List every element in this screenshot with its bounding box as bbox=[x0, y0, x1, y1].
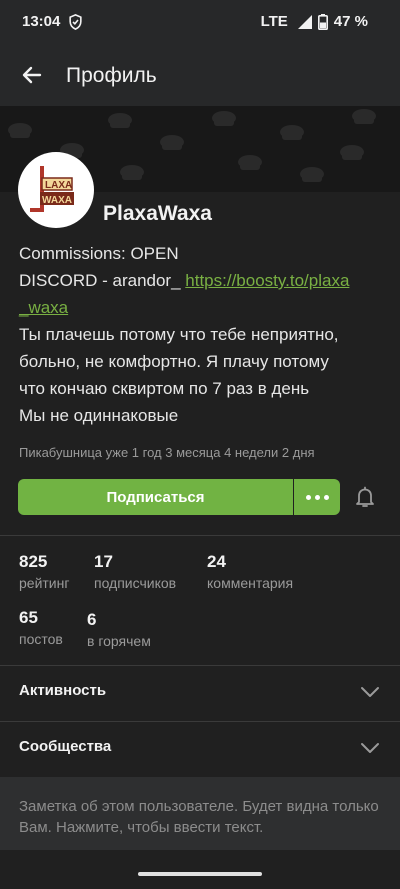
bio-line: _waxa bbox=[19, 294, 383, 321]
gesture-nav-handle[interactable] bbox=[138, 872, 262, 876]
more-dot bbox=[314, 494, 320, 500]
chevron-down-icon bbox=[361, 743, 379, 753]
shield-icon bbox=[69, 14, 82, 30]
battery-icon bbox=[317, 13, 328, 30]
subscribe-button[interactable]: Подписаться bbox=[18, 479, 293, 515]
status-bar: 13:04 LTE 47 % bbox=[0, 0, 400, 44]
network-type: LTE bbox=[260, 13, 288, 30]
bell-icon[interactable] bbox=[355, 486, 375, 508]
stat-label: комментария bbox=[207, 575, 294, 591]
back-arrow-icon[interactable] bbox=[20, 63, 44, 87]
bio-line: больно, не комфортно. Я плачу потому bbox=[19, 352, 329, 371]
bio-line: что кончаю сквиртом по 7 раз в день bbox=[19, 379, 310, 398]
section-label: Сообщества bbox=[19, 738, 112, 755]
more-dot bbox=[305, 494, 311, 500]
section-activity[interactable]: Активность bbox=[0, 666, 400, 720]
section-communities[interactable]: Сообщества bbox=[0, 722, 400, 776]
stat-value: 24 bbox=[207, 552, 226, 571]
bio-discord: DISCORD - arandor_ bbox=[19, 271, 186, 290]
bio-line: Ты плачешь потому что тебе неприятно, bbox=[19, 325, 339, 344]
app-bar: Профиль bbox=[0, 44, 400, 106]
note-placeholder: Заметка об этом пользователе. Будет видн… bbox=[19, 798, 379, 836]
stat-value: 825 bbox=[19, 552, 48, 571]
username: PlaxaWaxa bbox=[103, 202, 212, 225]
avatar-logo: LAXA WAXA bbox=[30, 166, 74, 212]
member-since: Пикабушница уже 1 год 3 месяца 4 недели … bbox=[19, 445, 315, 460]
page-title: Профиль bbox=[66, 64, 157, 87]
user-note-field[interactable]: Заметка об этом пользователе. Будет видн… bbox=[0, 777, 400, 850]
stat-label: в горячем bbox=[87, 633, 151, 649]
stat-value: 17 bbox=[94, 552, 113, 571]
stat-label: постов bbox=[19, 631, 63, 647]
boosty-link-continued[interactable]: _waxa bbox=[19, 298, 68, 317]
stat-posts[interactable]: 65 постов bbox=[19, 608, 63, 647]
svg-text:LAXA: LAXA bbox=[45, 180, 72, 191]
stat-comments[interactable]: 24 комментария bbox=[207, 552, 293, 591]
stat-value: 6 bbox=[87, 610, 97, 629]
boosty-link[interactable]: https://boosty.to/plaxa bbox=[185, 271, 349, 290]
chevron-down-icon bbox=[361, 687, 379, 697]
stat-hot[interactable]: 6 в горячем bbox=[87, 610, 151, 649]
more-options-button[interactable] bbox=[294, 479, 340, 515]
stat-label: подписчиков bbox=[94, 575, 177, 591]
bio-line: DISCORD - arandor_ https://boosty.to/pla… bbox=[19, 267, 383, 294]
bio-line: Мы не одиннаковые bbox=[19, 406, 179, 425]
svg-text:WAXA: WAXA bbox=[42, 195, 72, 206]
stat-rating: 825 рейтинг bbox=[19, 552, 69, 591]
signal-icon bbox=[297, 14, 312, 29]
avatar[interactable]: LAXA WAXA bbox=[18, 152, 94, 228]
stat-value: 65 bbox=[19, 608, 38, 627]
battery-percent: 47 % bbox=[333, 13, 368, 30]
stat-label: рейтинг bbox=[19, 575, 70, 591]
more-dot bbox=[323, 494, 329, 500]
profile-bio: Commissions: OPEN DISCORD - arandor_ htt… bbox=[19, 240, 383, 429]
section-label: Активность bbox=[19, 682, 107, 699]
stat-subscribers[interactable]: 17 подписчиков bbox=[94, 552, 176, 591]
status-time: 13:04 bbox=[22, 13, 61, 30]
divider bbox=[0, 535, 400, 536]
status-indicators: LTE 47 % bbox=[261, 13, 368, 30]
bio-line: Commissions: OPEN bbox=[19, 244, 179, 263]
